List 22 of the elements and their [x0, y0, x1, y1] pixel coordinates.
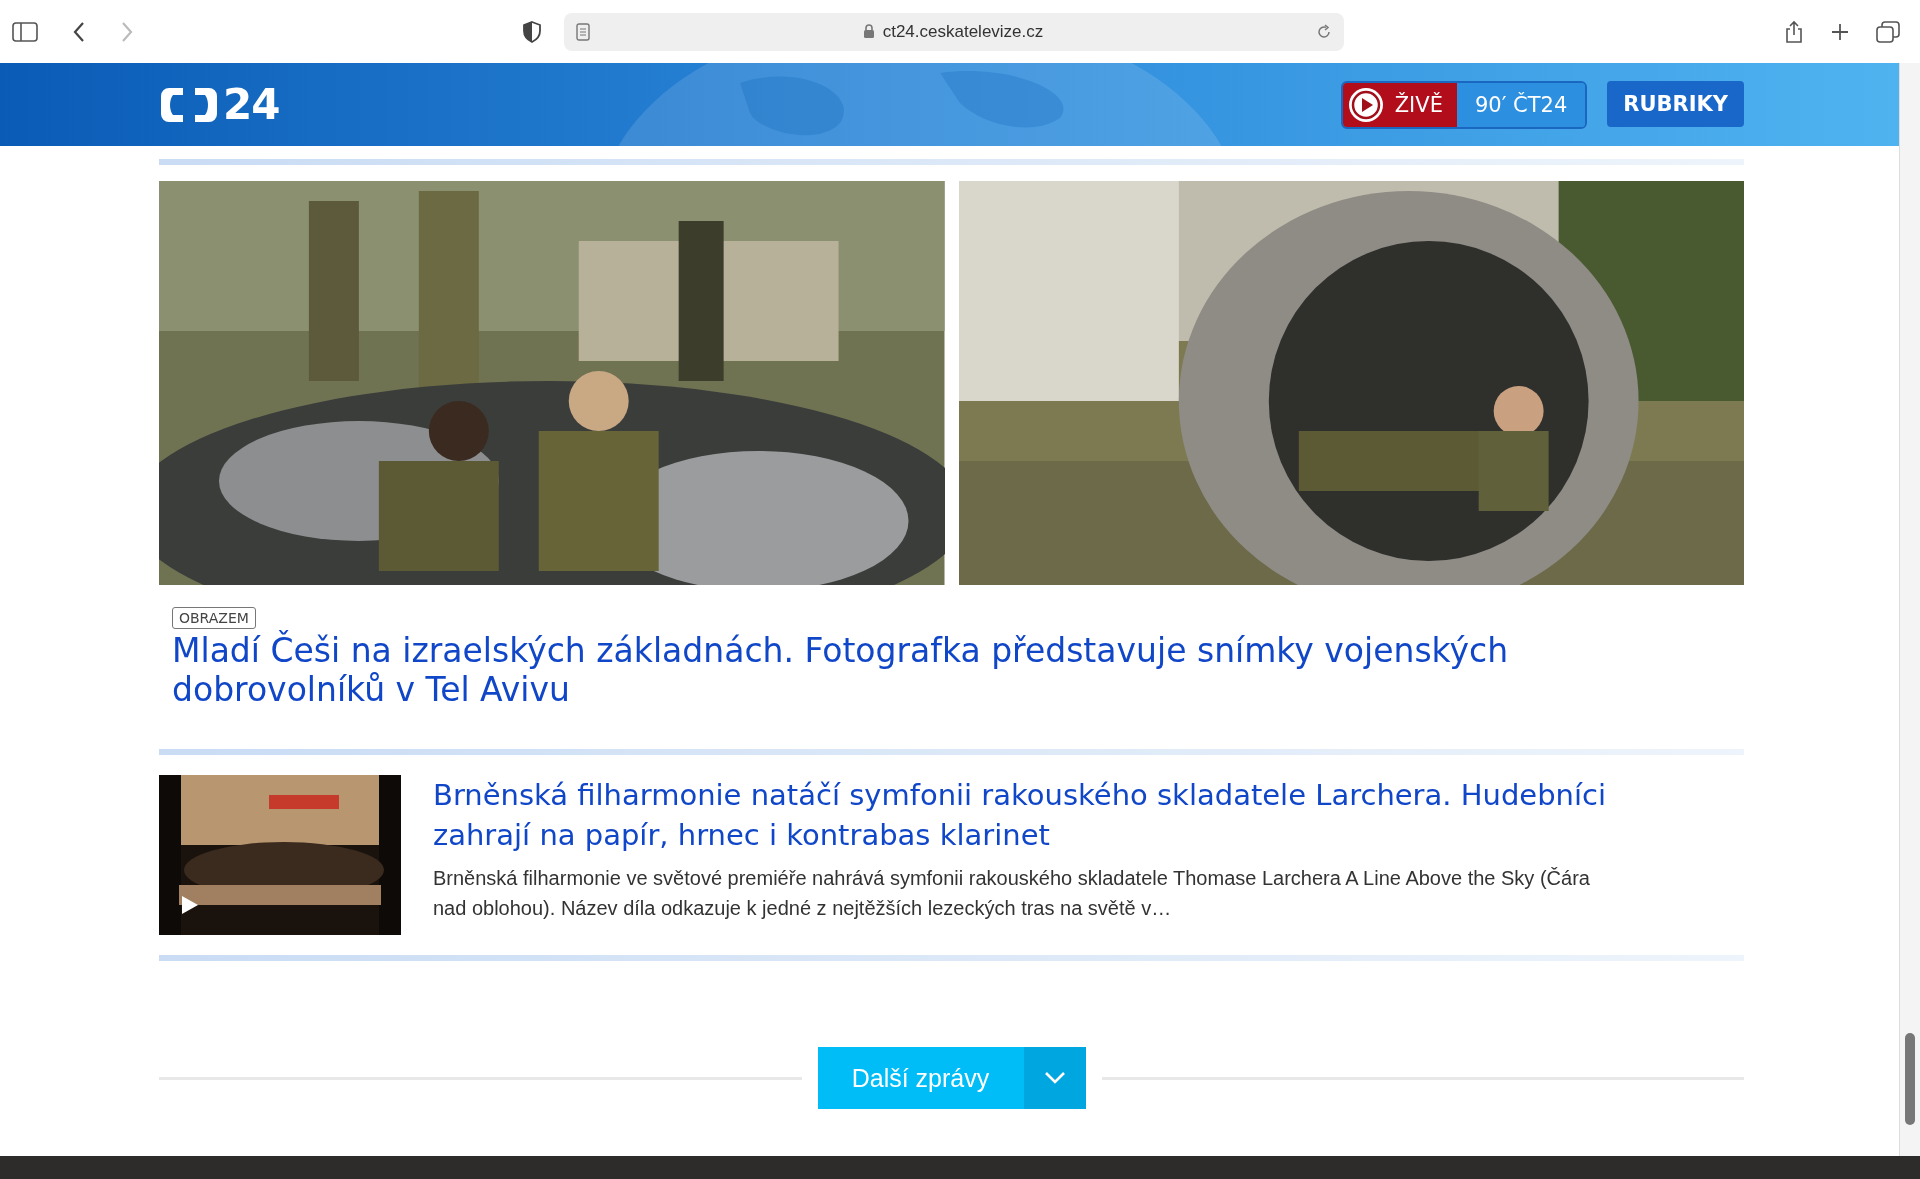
article-summary: Brněnská filharmonie ve světové premiéře nahrává symfonii rakouského skladatele Thomase Larchera A Line Above the Sky (Čára nad oblohou). Název díla odkazuje k jedné z nejtěžších lezeckých tras na světě v…: [433, 866, 1591, 921]
site-logo[interactable]: 24: [159, 80, 280, 129]
url-text: ct24.ceskatelevize.cz: [882, 21, 1044, 42]
shield-icon[interactable]: [522, 20, 542, 43]
tabs-icon[interactable]: [1876, 20, 1900, 43]
article-title[interactable]: Brněnská filharmonie natáčí symfonii rakouského skladatele Larchera. Hudebníci zahrají na papír, hrnec i kontrabas klarinet: [433, 775, 1613, 855]
live-button[interactable]: ŽIVĚ: [1342, 82, 1457, 127]
logo-text: 24: [223, 80, 280, 129]
article-headline[interactable]: Mladí Češi na izraelských základnách. Fotografka představuje snímky vojenských dobrovolníků v Tel Avivu: [172, 631, 1672, 709]
sidebar-icon[interactable]: [12, 21, 38, 42]
reader-icon[interactable]: [576, 22, 590, 41]
address-bar[interactable]: ct24.ceskatelevize.cz: [564, 12, 1344, 51]
category-tag[interactable]: OBRAZEM: [172, 607, 256, 629]
reload-icon[interactable]: [1316, 23, 1332, 40]
chevron-down-icon: [1043, 1071, 1066, 1085]
lock-icon: [862, 24, 875, 39]
play-icon: [1346, 85, 1385, 124]
scrollbar-thumb[interactable]: [1905, 1033, 1915, 1125]
share-icon[interactable]: [1784, 19, 1804, 44]
sections-button[interactable]: RUBRIKY: [1607, 80, 1744, 127]
back-icon[interactable]: [72, 20, 86, 43]
new-tab-icon[interactable]: [1830, 21, 1850, 42]
